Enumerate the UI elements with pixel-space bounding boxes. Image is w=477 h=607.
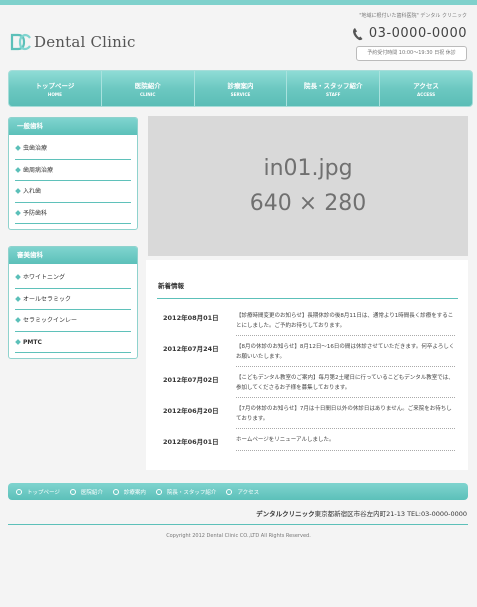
nav-sublabel: SERVICE [230, 92, 251, 97]
sidebar-general-dentistry: 一般歯科 虫歯治療 歯周病治療 入れ歯 予防歯科 [8, 117, 138, 230]
nav-label: アクセス [413, 82, 439, 90]
news-text: 【診療時間変更のお知らせ】長期休診の後8月11日は、通常より1時間長く診療をする… [236, 313, 454, 329]
sidebar-item-label: セラミックインレー [23, 317, 78, 324]
news-divider [157, 298, 458, 299]
footer-divider [8, 524, 468, 525]
footer-link-staff[interactable]: 院長・スタッフ紹介 [155, 488, 217, 496]
main-image-placeholder: in01.jpg 640 × 280 [148, 116, 468, 256]
circle-bullet-icon [16, 488, 22, 495]
news-text: ホームページをリニューアルしました。 [236, 437, 335, 443]
sidebar-cosmetic-dentistry: 審美歯科 ホワイトニング オールセラミック セラミックインレー PMTC [8, 246, 138, 359]
clinic-logo[interactable]: Dental Clinic [9, 30, 136, 54]
news-separator [236, 450, 455, 451]
copyright: Copyright 2012 Dental Clinic CO.,LTD All… [166, 533, 311, 539]
sidebar-item-label: オールセラミック [23, 295, 72, 303]
nav-sublabel: HOME [47, 92, 62, 97]
sidebar-item-preventive[interactable]: 予防歯科 [15, 203, 131, 224]
nav-item-access[interactable]: アクセス ACCESS [380, 71, 472, 106]
sidebar-item-whitening[interactable]: ホワイトニング [15, 267, 131, 289]
nav-label: 医院紹介 [134, 82, 161, 90]
circle-bullet-icon [226, 488, 233, 495]
image-dimensions: 640 × 280 [249, 191, 367, 216]
news-date: 2012年08月01日 [163, 314, 219, 322]
circle-bullet-icon [112, 488, 119, 495]
circle-bullet-icon [155, 488, 162, 495]
sidebar-item-dentures[interactable]: 入れ歯 [15, 181, 131, 203]
sidebar-item-pmtc[interactable]: PMTC [15, 332, 131, 353]
circle-bullet-icon [69, 488, 76, 495]
diamond-bullet-icon [15, 338, 21, 345]
sidebar-item-label: 入れ歯 [23, 188, 42, 195]
news-separator [236, 428, 455, 429]
footer-link-label: トップページ [27, 489, 60, 496]
nav-label: 診療案内 [227, 82, 254, 90]
header-tagline: "地域に根付いた歯科医院" デンタル クリニック [359, 13, 467, 19]
footer-link-clinic[interactable]: 医院紹介 [69, 488, 103, 496]
footer-link-label: 院長・スタッフ紹介 [166, 489, 217, 496]
footer-link-label: 診療案内 [123, 489, 146, 496]
news-separator [236, 335, 455, 336]
footer-link-service[interactable]: 診療案内 [112, 488, 146, 496]
sidebar-heading: 審美歯科 [9, 247, 137, 264]
nav-item-staff[interactable]: 院長・スタッフ紹介 STAFF [287, 71, 381, 106]
footer-link-home[interactable]: トップページ [16, 488, 60, 496]
nav-label: トップページ [35, 82, 75, 90]
nav-item-clinic[interactable]: 医院紹介 CLINIC [102, 71, 195, 106]
diamond-bullet-icon [15, 145, 21, 151]
footer-clinic-name: デンタルクリニック [256, 510, 315, 518]
sidebar-item-label: 歯周病治療 [23, 166, 54, 174]
news-date: 2012年07月24日 [163, 345, 219, 353]
diamond-bullet-icon [15, 274, 21, 280]
footer-link-label: アクセス [237, 489, 260, 496]
global-navigation: トップページ HOME 医院紹介 CLINIC 診療案内 SERVICE 院長・… [8, 70, 473, 107]
news-date: 2012年06月01日 [163, 438, 219, 446]
news-date: 2012年07月02日 [163, 376, 219, 384]
sidebar-item-ceramic-inlay[interactable]: セラミックインレー [15, 310, 131, 332]
nav-item-home[interactable]: トップページ HOME [9, 71, 102, 106]
sidebar-item-label: PMTC [23, 338, 42, 346]
news-text: 【7月の休診のお知らせ】7月は十日間日以外の休診日はありません。ご来院をお待ちし… [236, 406, 452, 422]
nav-sublabel: STAFF [326, 92, 341, 97]
sidebar-item-all-ceramic[interactable]: オールセラミック [15, 289, 131, 310]
news-text: 【8月の休診のお知らせ】8月12日～16日の間は休診させていただきます。何卒よろ… [236, 344, 455, 360]
sidebar-menu: ホワイトニング オールセラミック セラミックインレー PMTC [9, 264, 137, 358]
footer-navigation: トップページ 医院紹介 診療案内 院長・スタッフ紹介 アクセス [8, 483, 468, 500]
diamond-bullet-icon [15, 188, 21, 194]
news-separator [236, 366, 455, 367]
nav-label: 院長・スタッフ紹介 [304, 82, 363, 90]
phone-icon [352, 27, 363, 40]
phone-number[interactable]: 03-0000-0000 [352, 26, 467, 41]
diamond-bullet-icon [15, 295, 21, 302]
diamond-bullet-icon [15, 209, 21, 216]
sidebar-item-label: 予防歯科 [23, 209, 48, 217]
nav-sublabel: ACCESS [417, 92, 436, 97]
sidebar-heading: 一般歯科 [9, 118, 137, 135]
sidebar-item-label: ホワイトニング [23, 274, 66, 281]
diamond-bullet-icon [15, 166, 21, 173]
sidebar-item-periodontal[interactable]: 歯周病治療 [15, 160, 131, 181]
image-filename: in01.jpg [263, 156, 353, 181]
news-heading: 新着情報 [158, 282, 184, 290]
phone-number-text: 03-0000-0000 [368, 26, 467, 41]
footer-link-access[interactable]: アクセス [226, 488, 259, 496]
footer-link-label: 医院紹介 [80, 489, 103, 496]
nav-sublabel: CLINIC [139, 92, 156, 97]
news-date: 2012年06月20日 [163, 407, 219, 415]
top-accent-bar [0, 0, 477, 5]
sidebar-item-cavity[interactable]: 虫歯治療 [15, 138, 131, 160]
nav-item-service[interactable]: 診療案内 SERVICE [195, 71, 288, 106]
reception-hours: 予約受付時間 10:00～19:30 日祝 休診 [356, 46, 467, 61]
logo-text: Dental Clinic [34, 33, 136, 51]
news-separator [236, 397, 455, 398]
news-text: 【こどもデンタル教室のご案内】毎月第2土曜日に行っているこどもデンタル教室では、… [236, 375, 454, 391]
diamond-bullet-icon [15, 317, 21, 323]
sidebar-item-label: 虫歯治療 [23, 145, 48, 152]
tooth-logo-icon [10, 33, 31, 51]
footer-address-text: 東京都新宿区市谷左内町21-13 TEL:03-0000-0000 [314, 510, 467, 518]
news-section: 新着情報 2012年08月01日 【診療時間変更のお知らせ】長期休診の後8月11… [146, 260, 468, 470]
sidebar-menu: 虫歯治療 歯周病治療 入れ歯 予防歯科 [9, 135, 137, 229]
footer-address: デンタルクリニック東京都新宿区市谷左内町21-13 TEL:03-0000-00… [256, 508, 467, 518]
